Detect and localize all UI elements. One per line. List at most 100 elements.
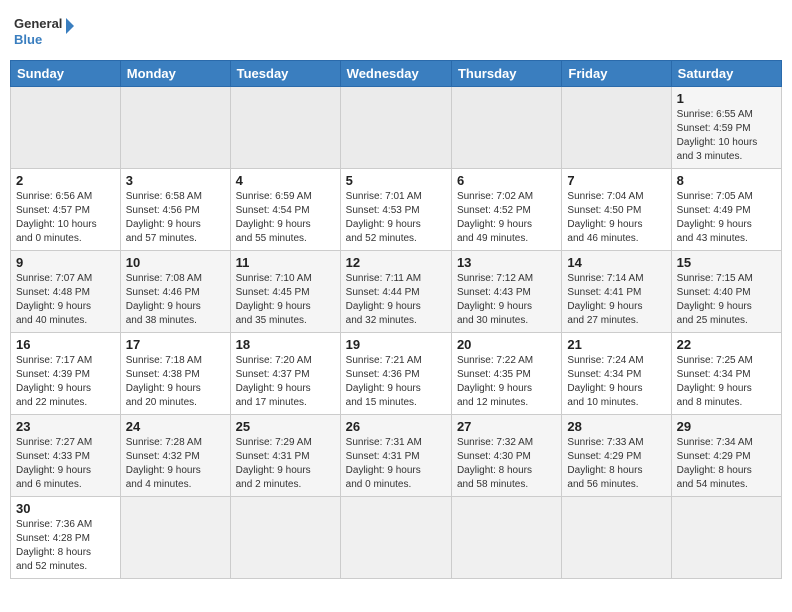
calendar-cell: 7 Sunrise: 7:04 AM Sunset: 4:50 PM Daylig… — [562, 169, 671, 251]
calendar-cell — [562, 497, 671, 579]
day-info: Sunrise: 7:01 AM Sunset: 4:53 PM Dayligh… — [346, 190, 446, 246]
calendar-cell — [230, 87, 340, 169]
calendar-cell — [671, 497, 781, 579]
day-info: Sunrise: 7:08 AM Sunset: 4:46 PM Dayligh… — [126, 272, 225, 328]
logo: General Blue — [14, 10, 74, 54]
calendar-cell — [230, 497, 340, 579]
weekday-header-wednesday: Wednesday — [340, 61, 451, 87]
day-number: 6 — [457, 173, 556, 188]
calendar-cell: 23 Sunrise: 7:27 AM Sunset: 4:33 PM Dayli… — [11, 415, 121, 497]
calendar-cell — [120, 497, 230, 579]
calendar-week-6: 30Sunrise: 7:36 AM Sunset: 4:28 PM Dayli… — [11, 497, 782, 579]
calendar-cell: 20Sunrise: 7:22 AM Sunset: 4:35 PM Dayli… — [451, 333, 561, 415]
calendar-cell: 11 Sunrise: 7:10 AM Sunset: 4:45 PM Dayli… — [230, 251, 340, 333]
day-info: Sunrise: 7:17 AM Sunset: 4:39 PM Dayligh… — [16, 354, 115, 410]
day-info: Sunrise: 7:07 AM Sunset: 4:48 PM Dayligh… — [16, 272, 115, 328]
day-number: 10 — [126, 255, 225, 270]
calendar-cell: 17 Sunrise: 7:18 AM Sunset: 4:38 PM Dayli… — [120, 333, 230, 415]
calendar-cell — [451, 497, 561, 579]
page-header: General Blue — [10, 10, 782, 54]
day-number: 2 — [16, 173, 115, 188]
day-info: Sunrise: 7:33 AM Sunset: 4:29 PM Dayligh… — [567, 436, 665, 492]
calendar-cell: 26Sunrise: 7:31 AM Sunset: 4:31 PM Dayli… — [340, 415, 451, 497]
day-number: 5 — [346, 173, 446, 188]
day-number: 16 — [16, 337, 115, 352]
calendar-cell — [562, 87, 671, 169]
weekday-header-thursday: Thursday — [451, 61, 561, 87]
day-info: Sunrise: 7:29 AM Sunset: 4:31 PM Dayligh… — [236, 436, 335, 492]
calendar-cell — [340, 497, 451, 579]
day-info: Sunrise: 7:31 AM Sunset: 4:31 PM Dayligh… — [346, 436, 446, 492]
day-info: Sunrise: 7:28 AM Sunset: 4:32 PM Dayligh… — [126, 436, 225, 492]
day-number: 7 — [567, 173, 665, 188]
calendar-week-5: 23 Sunrise: 7:27 AM Sunset: 4:33 PM Dayli… — [11, 415, 782, 497]
day-info: Sunrise: 7:18 AM Sunset: 4:38 PM Dayligh… — [126, 354, 225, 410]
day-number: 4 — [236, 173, 335, 188]
day-number: 13 — [457, 255, 556, 270]
day-number: 25 — [236, 419, 335, 434]
calendar-cell — [340, 87, 451, 169]
day-info: Sunrise: 7:25 AM Sunset: 4:34 PM Dayligh… — [677, 354, 776, 410]
day-info: Sunrise: 7:14 AM Sunset: 4:41 PM Dayligh… — [567, 272, 665, 328]
weekday-header-sunday: Sunday — [11, 61, 121, 87]
calendar-cell: 4 Sunrise: 6:59 AM Sunset: 4:54 PM Daylig… — [230, 169, 340, 251]
day-info: Sunrise: 7:27 AM Sunset: 4:33 PM Dayligh… — [16, 436, 115, 492]
day-number: 28 — [567, 419, 665, 434]
day-number: 12 — [346, 255, 446, 270]
day-number: 3 — [126, 173, 225, 188]
day-info: Sunrise: 7:12 AM Sunset: 4:43 PM Dayligh… — [457, 272, 556, 328]
weekday-header-monday: Monday — [120, 61, 230, 87]
day-info: Sunrise: 7:02 AM Sunset: 4:52 PM Dayligh… — [457, 190, 556, 246]
calendar-cell: 25 Sunrise: 7:29 AM Sunset: 4:31 PM Dayli… — [230, 415, 340, 497]
calendar-cell — [120, 87, 230, 169]
calendar-cell: 21 Sunrise: 7:24 AM Sunset: 4:34 PM Dayli… — [562, 333, 671, 415]
day-number: 1 — [677, 91, 776, 106]
day-number: 30 — [16, 501, 115, 516]
calendar-cell — [451, 87, 561, 169]
day-info: Sunrise: 7:34 AM Sunset: 4:29 PM Dayligh… — [677, 436, 776, 492]
calendar-cell: 18Sunrise: 7:20 AM Sunset: 4:37 PM Dayli… — [230, 333, 340, 415]
day-number: 15 — [677, 255, 776, 270]
day-number: 21 — [567, 337, 665, 352]
calendar-cell: 10 Sunrise: 7:08 AM Sunset: 4:46 PM Dayli… — [120, 251, 230, 333]
calendar-cell: 16 Sunrise: 7:17 AM Sunset: 4:39 PM Dayli… — [11, 333, 121, 415]
svg-text:Blue: Blue — [14, 32, 42, 47]
day-number: 29 — [677, 419, 776, 434]
day-number: 20 — [457, 337, 556, 352]
day-info: Sunrise: 7:04 AM Sunset: 4:50 PM Dayligh… — [567, 190, 665, 246]
day-info: Sunrise: 6:58 AM Sunset: 4:56 PM Dayligh… — [126, 190, 225, 246]
day-info: Sunrise: 7:24 AM Sunset: 4:34 PM Dayligh… — [567, 354, 665, 410]
weekday-header-tuesday: Tuesday — [230, 61, 340, 87]
day-number: 8 — [677, 173, 776, 188]
day-info: Sunrise: 7:10 AM Sunset: 4:45 PM Dayligh… — [236, 272, 335, 328]
calendar-cell — [11, 87, 121, 169]
calendar-cell: 12 Sunrise: 7:11 AM Sunset: 4:44 PM Dayli… — [340, 251, 451, 333]
logo-svg: General Blue — [14, 10, 74, 54]
day-number: 22 — [677, 337, 776, 352]
day-info: Sunrise: 6:59 AM Sunset: 4:54 PM Dayligh… — [236, 190, 335, 246]
day-info: Sunrise: 7:05 AM Sunset: 4:49 PM Dayligh… — [677, 190, 776, 246]
calendar-week-3: 9 Sunrise: 7:07 AM Sunset: 4:48 PM Daylig… — [11, 251, 782, 333]
weekday-header-saturday: Saturday — [671, 61, 781, 87]
calendar-cell: 1Sunrise: 6:55 AM Sunset: 4:59 PM Daylig… — [671, 87, 781, 169]
calendar-cell: 14Sunrise: 7:14 AM Sunset: 4:41 PM Dayli… — [562, 251, 671, 333]
calendar-cell: 8 Sunrise: 7:05 AM Sunset: 4:49 PM Daylig… — [671, 169, 781, 251]
day-info: Sunrise: 6:56 AM Sunset: 4:57 PM Dayligh… — [16, 190, 115, 246]
day-info: Sunrise: 7:11 AM Sunset: 4:44 PM Dayligh… — [346, 272, 446, 328]
calendar-cell: 19 Sunrise: 7:21 AM Sunset: 4:36 PM Dayli… — [340, 333, 451, 415]
weekday-header-row: SundayMondayTuesdayWednesdayThursdayFrid… — [11, 61, 782, 87]
day-number: 23 — [16, 419, 115, 434]
calendar-cell: 15Sunrise: 7:15 AM Sunset: 4:40 PM Dayli… — [671, 251, 781, 333]
weekday-header-friday: Friday — [562, 61, 671, 87]
calendar-cell: 13 Sunrise: 7:12 AM Sunset: 4:43 PM Dayli… — [451, 251, 561, 333]
day-number: 24 — [126, 419, 225, 434]
day-number: 18 — [236, 337, 335, 352]
calendar-cell: 24 Sunrise: 7:28 AM Sunset: 4:32 PM Dayli… — [120, 415, 230, 497]
calendar-cell: 9 Sunrise: 7:07 AM Sunset: 4:48 PM Daylig… — [11, 251, 121, 333]
day-number: 11 — [236, 255, 335, 270]
day-number: 19 — [346, 337, 446, 352]
day-info: Sunrise: 7:32 AM Sunset: 4:30 PM Dayligh… — [457, 436, 556, 492]
day-info: Sunrise: 7:21 AM Sunset: 4:36 PM Dayligh… — [346, 354, 446, 410]
day-number: 9 — [16, 255, 115, 270]
day-number: 17 — [126, 337, 225, 352]
